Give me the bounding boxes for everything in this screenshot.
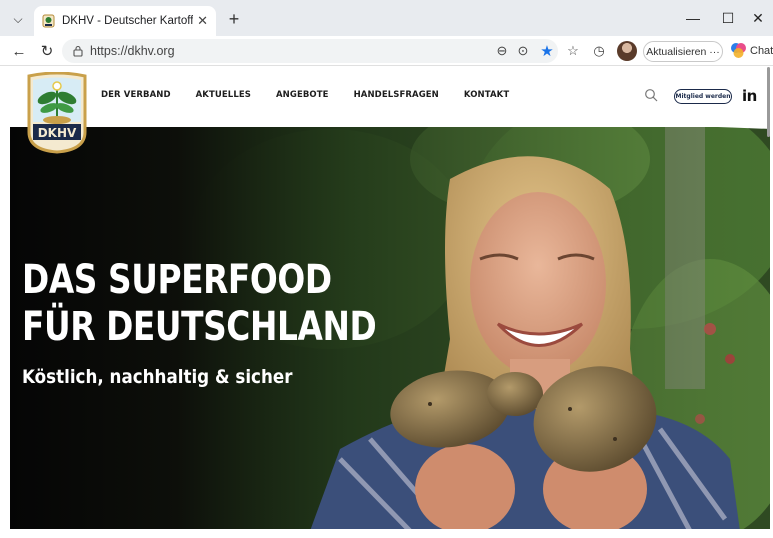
minimize-button[interactable]: — [678, 6, 708, 30]
hero-section: DAS SUPERFOOD FÜR DEUTSCHLAND Köstlich, … [10, 119, 770, 531]
dkhv-favicon-icon [42, 14, 55, 28]
page-bottom-edge [10, 529, 770, 538]
hero-subline: Köstlich, nachhaltig & sicher [22, 366, 293, 388]
history-icon[interactable]: ◷ [589, 41, 609, 61]
url-text: https://dkhv.org [90, 44, 175, 58]
reload-icon[interactable]: ↻ [36, 40, 58, 62]
web-page: DAS SUPERFOOD FÜR DEUTSCHLAND Köstlich, … [10, 67, 770, 538]
scrollbar-thumb[interactable] [767, 67, 770, 137]
browser-tab-active[interactable]: DKHV - Deutscher Kartoffelhandel ✕ [34, 6, 216, 36]
dkhv-logo[interactable]: DKHV [25, 72, 89, 154]
nav-item-handelsfragen[interactable]: HANDELSFRAGEN [354, 90, 439, 100]
copilot-icon[interactable] [729, 41, 748, 60]
tab-title: DKHV - Deutscher Kartoffelhandel [62, 15, 194, 27]
update-button[interactable]: Aktualisieren ··· [643, 41, 723, 62]
become-member-button[interactable]: Mitglied werden [674, 89, 732, 104]
search-icon[interactable] [644, 88, 658, 102]
hero-headline-line1: DAS SUPERFOOD [22, 257, 332, 303]
chat-label[interactable]: Chat [750, 45, 773, 57]
browser-tabstrip: ⌵ DKHV - Deutscher Kartoffelhandel ✕ + —… [0, 0, 773, 36]
maximize-button[interactable]: ☐ [713, 6, 743, 30]
address-toolbar: ← ↻ https://dkhv.org ⊖ ⊙ ★ ☆ ◷ Aktualisi… [0, 36, 773, 66]
close-window-button[interactable]: ✕ [743, 6, 773, 30]
linkedin-icon[interactable]: in [742, 87, 757, 105]
nav-item-angebote[interactable]: ANGEBOTE [276, 90, 329, 100]
address-bar[interactable]: https://dkhv.org [62, 39, 558, 63]
nav-item-aktuelles[interactable]: AKTUELLES [196, 90, 251, 100]
zoom-icon[interactable]: ⊖ [492, 41, 512, 61]
nav-item-kontakt[interactable]: KONTAKT [464, 90, 509, 100]
hero-headline: DAS SUPERFOOD FÜR DEUTSCHLAND [22, 257, 377, 351]
logo-text: DKHV [38, 126, 77, 140]
favorite-star-icon[interactable]: ★ [537, 41, 557, 61]
hero-headline-line2: FÜR DEUTSCHLAND [22, 304, 377, 350]
new-tab-button[interactable]: + [223, 8, 245, 30]
nav-item-der-verband[interactable]: DER VERBAND [101, 90, 171, 100]
tab-close-icon[interactable]: ✕ [197, 13, 208, 29]
lock-icon [73, 45, 83, 57]
back-arrow-icon[interactable]: ← [8, 40, 30, 62]
main-navigation: DER VERBAND AKTUELLES ANGEBOTE HANDELSFR… [101, 90, 509, 100]
profile-avatar[interactable] [617, 41, 637, 61]
read-aloud-icon[interactable]: ⊙ [513, 41, 533, 61]
favorites-list-icon[interactable]: ☆ [563, 41, 583, 61]
site-header: DER VERBAND AKTUELLES ANGEBOTE HANDELSFR… [10, 67, 770, 137]
tab-list-chevron-icon[interactable]: ⌵ [6, 8, 30, 30]
